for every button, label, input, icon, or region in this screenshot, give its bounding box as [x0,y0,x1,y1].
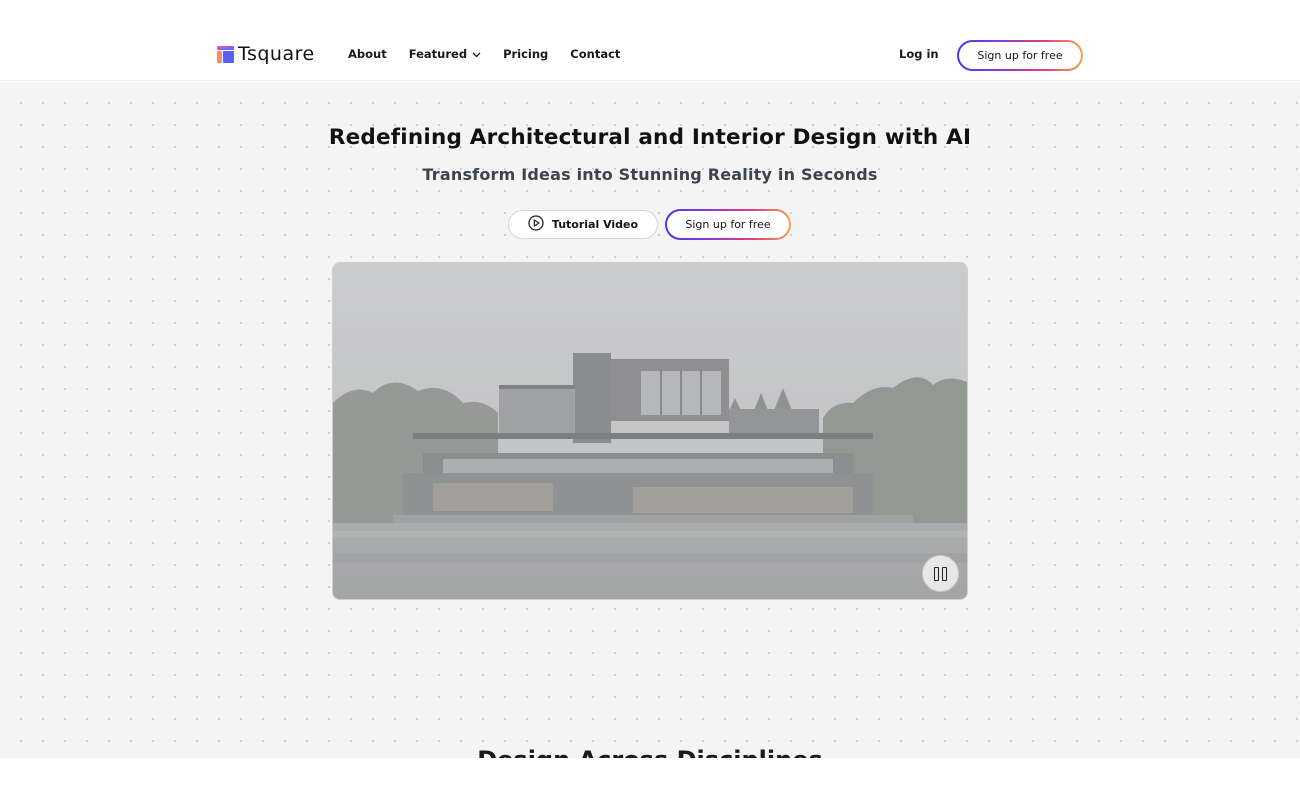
chevron-down-icon [472,47,481,61]
hero-signup-label: Sign up for free [667,211,789,238]
brand-logo[interactable]: Tsquare [217,44,315,64]
hero-signup-button[interactable]: Sign up for free [665,209,791,240]
header-signup-label: Sign up for free [959,42,1081,69]
main-nav: About Featured Pricing Contact [348,47,642,61]
pause-icon-bar-left [934,566,939,581]
house-video-frame [333,263,967,599]
brand-name: Tsquare [238,43,315,65]
nav-item-featured[interactable]: Featured [409,47,481,61]
video-pause-button[interactable] [922,555,959,592]
login-link[interactable]: Log in [899,47,939,61]
pause-icon-bar-right [942,566,947,581]
tsquare-logo-icon [217,45,234,63]
nav-item-pricing[interactable]: Pricing [503,47,548,61]
site-header: Tsquare About Featured Pricing Contact L… [0,0,1300,81]
tutorial-video-label: Tutorial Video [551,218,639,231]
hero-title: Redefining Architectural and Interior De… [328,125,972,150]
next-section-title: Design Across Disciplines [0,748,1300,758]
hero-subtitle: Transform Ideas into Stunning Reality in… [422,165,878,184]
nav-item-about[interactable]: About [348,47,387,61]
nav-item-featured-label: Featured [408,47,468,61]
tutorial-video-button[interactable]: Tutorial Video [508,210,658,239]
header-signup-button[interactable]: Sign up for free [957,40,1083,71]
hero-video[interactable] [332,262,968,600]
nav-item-contact[interactable]: Contact [570,47,620,61]
play-circle-icon [528,215,544,234]
page-bottom-strip [0,758,1300,788]
